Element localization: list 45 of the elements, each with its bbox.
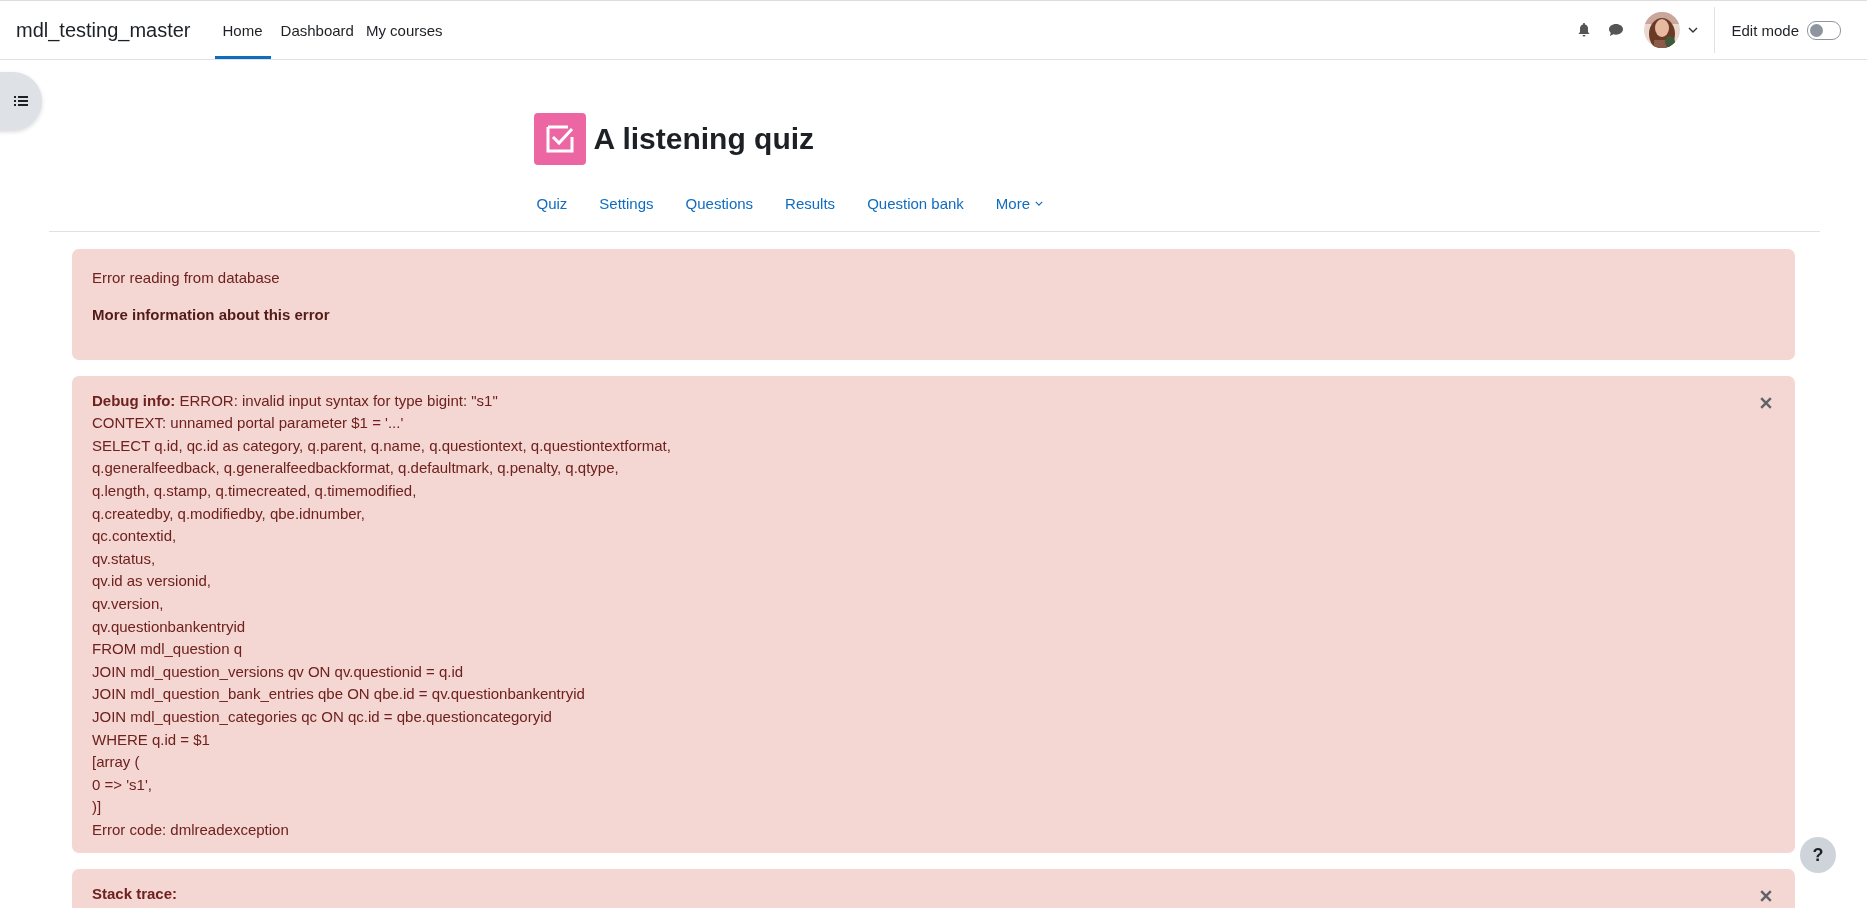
tab-link[interactable]: Quiz: [533, 195, 584, 212]
list-icon: [13, 93, 29, 109]
message-line: 0 => 's1',: [92, 774, 153, 795]
tab-link[interactable]: Settings: [583, 195, 670, 212]
message-line: JOIN mdl_question_versions qv ON qv.questionid = q.id: [92, 661, 465, 682]
caret-icon: [1035, 201, 1044, 206]
message-line: SELECT q.id, qc.id as category, q.parent, q.name, q.questiontext, q.questiontextformat,: [92, 435, 672, 456]
nav-link[interactable]: My courses: [359, 4, 449, 59]
message-line: [array (: [92, 752, 141, 773]
message-line: Stack trace:: [92, 884, 179, 905]
message-line: qv.questionbankentryid: [92, 616, 247, 637]
message-line: CONTEXT: unnamed portal parameter $1 = '...': [92, 413, 405, 434]
message-line: qc.contextid,: [92, 526, 178, 547]
caret-icon[interactable]: [1688, 27, 1699, 33]
message-line: JOIN mdl_question_bank_entries qbe ON qbe.id = qv.questionbankentryid: [92, 684, 586, 705]
message-line: Debug info: ERROR: invalid input syntax for type bigint: "s1": [92, 390, 499, 411]
tab-link[interactable]: Results: [769, 195, 852, 212]
close-icon: [1760, 396, 1772, 409]
message-line: q.generalfeedback, q.generalfeedbackformat, q.defaultmark, q.penalty, q.qtype,: [92, 458, 620, 479]
chat-icon[interactable]: [1608, 22, 1625, 38]
tab-link[interactable]: Question bank: [851, 195, 980, 212]
course-index-button[interactable]: [0, 72, 42, 130]
nav-link[interactable]: Home: [214, 4, 271, 59]
quiz-icon: [533, 113, 586, 165]
help-button[interactable]: ?: [1800, 837, 1836, 873]
message-line: Error code: dmlreadexception: [92, 819, 290, 840]
message-line: q.length, q.stamp, q.timecreated, q.timemodified,: [92, 480, 418, 501]
message-line: WHERE q.id = $1: [92, 729, 211, 750]
edit-mode-toggle[interactable]: [1807, 20, 1841, 40]
message-line: qv.id as versionid,: [92, 571, 212, 592]
message-line: Error reading from database: [92, 268, 281, 288]
tab-link[interactable]: Questions: [669, 195, 770, 212]
site-name[interactable]: mdl_testing_master: [16, 18, 191, 42]
message-line: qv.status,: [92, 548, 157, 569]
message-line: JOIN mdl_question_categories qc ON qc.id = qbe.questioncategoryid: [92, 706, 553, 727]
error-info-link[interactable]: More information about this error: [92, 305, 330, 323]
nav-link[interactable]: Dashboard: [274, 4, 360, 59]
message-line: )]: [92, 797, 103, 818]
message-line: q.createdby, q.modifiedby, qbe.idnumber,: [92, 503, 366, 524]
close-icon: [1760, 890, 1772, 903]
edit-mode-label: Edit mode: [1731, 21, 1799, 39]
message-line: qv.version,: [92, 593, 165, 614]
page-title: A listening quiz: [593, 122, 815, 156]
more-menu-button[interactable]: More: [979, 195, 1060, 212]
message-line: FROM mdl_question q: [92, 639, 244, 660]
